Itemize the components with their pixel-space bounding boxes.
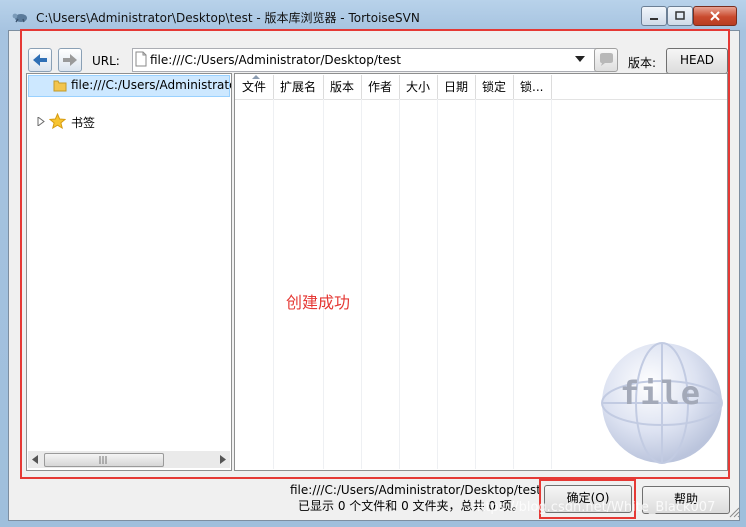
annotation-text: 创建成功 bbox=[286, 293, 351, 312]
blog-watermark: https://blog.csdn.net/White_Black007 bbox=[472, 500, 716, 515]
window-title: C:\Users\Administrator\Desktop\test - 版本… bbox=[36, 11, 420, 25]
close-button[interactable] bbox=[693, 6, 737, 26]
minimize-icon bbox=[650, 18, 658, 20]
maximize-icon bbox=[675, 11, 685, 20]
status-path: file:///C:/Users/Administrator/Desktop/t… bbox=[290, 483, 541, 497]
highlight-frame-browser bbox=[20, 29, 730, 479]
repo-browser-window: C:\Users\Administrator\Desktop\test - 版本… bbox=[0, 0, 746, 527]
maximize-button[interactable] bbox=[667, 6, 693, 26]
tortoisesvn-app-icon bbox=[12, 13, 27, 23]
minimize-button[interactable] bbox=[641, 6, 667, 26]
resize-grip-icon[interactable] bbox=[728, 506, 740, 518]
title-bar[interactable]: C:\Users\Administrator\Desktop\test - 版本… bbox=[0, 0, 746, 30]
close-icon bbox=[710, 11, 720, 21]
